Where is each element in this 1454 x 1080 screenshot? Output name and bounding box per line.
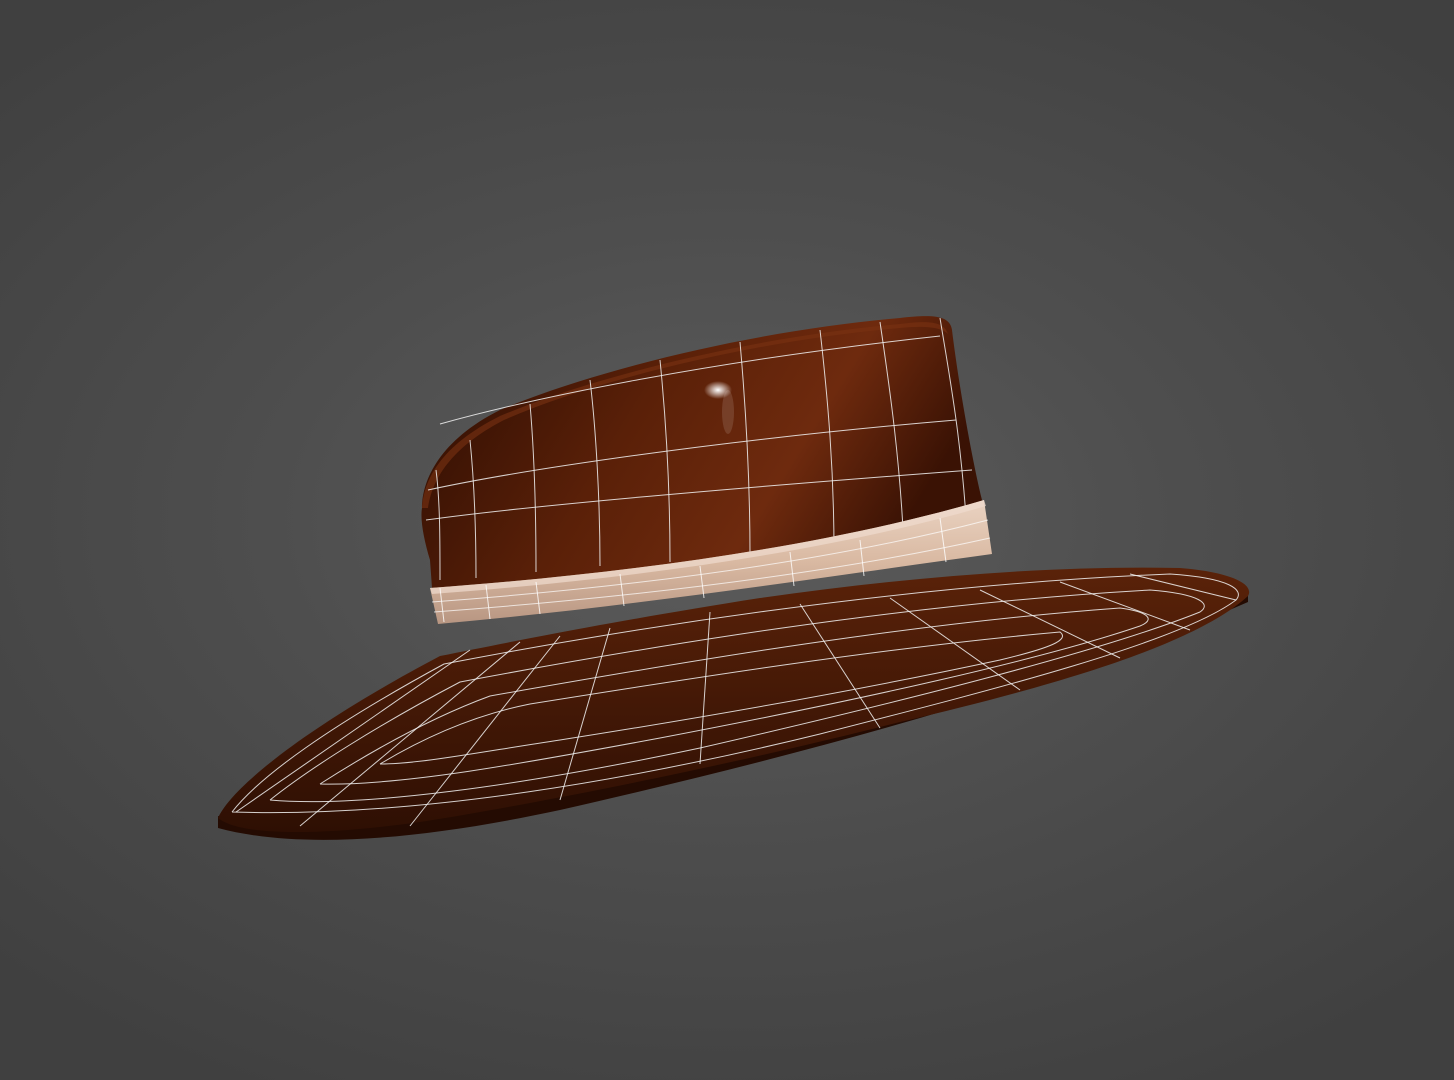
hat-brim — [218, 567, 1250, 840]
hat-model[interactable] — [0, 0, 1454, 1080]
3d-viewport[interactable] — [0, 0, 1454, 1080]
crown-specular-streak — [722, 390, 734, 434]
brim-top — [218, 567, 1250, 833]
